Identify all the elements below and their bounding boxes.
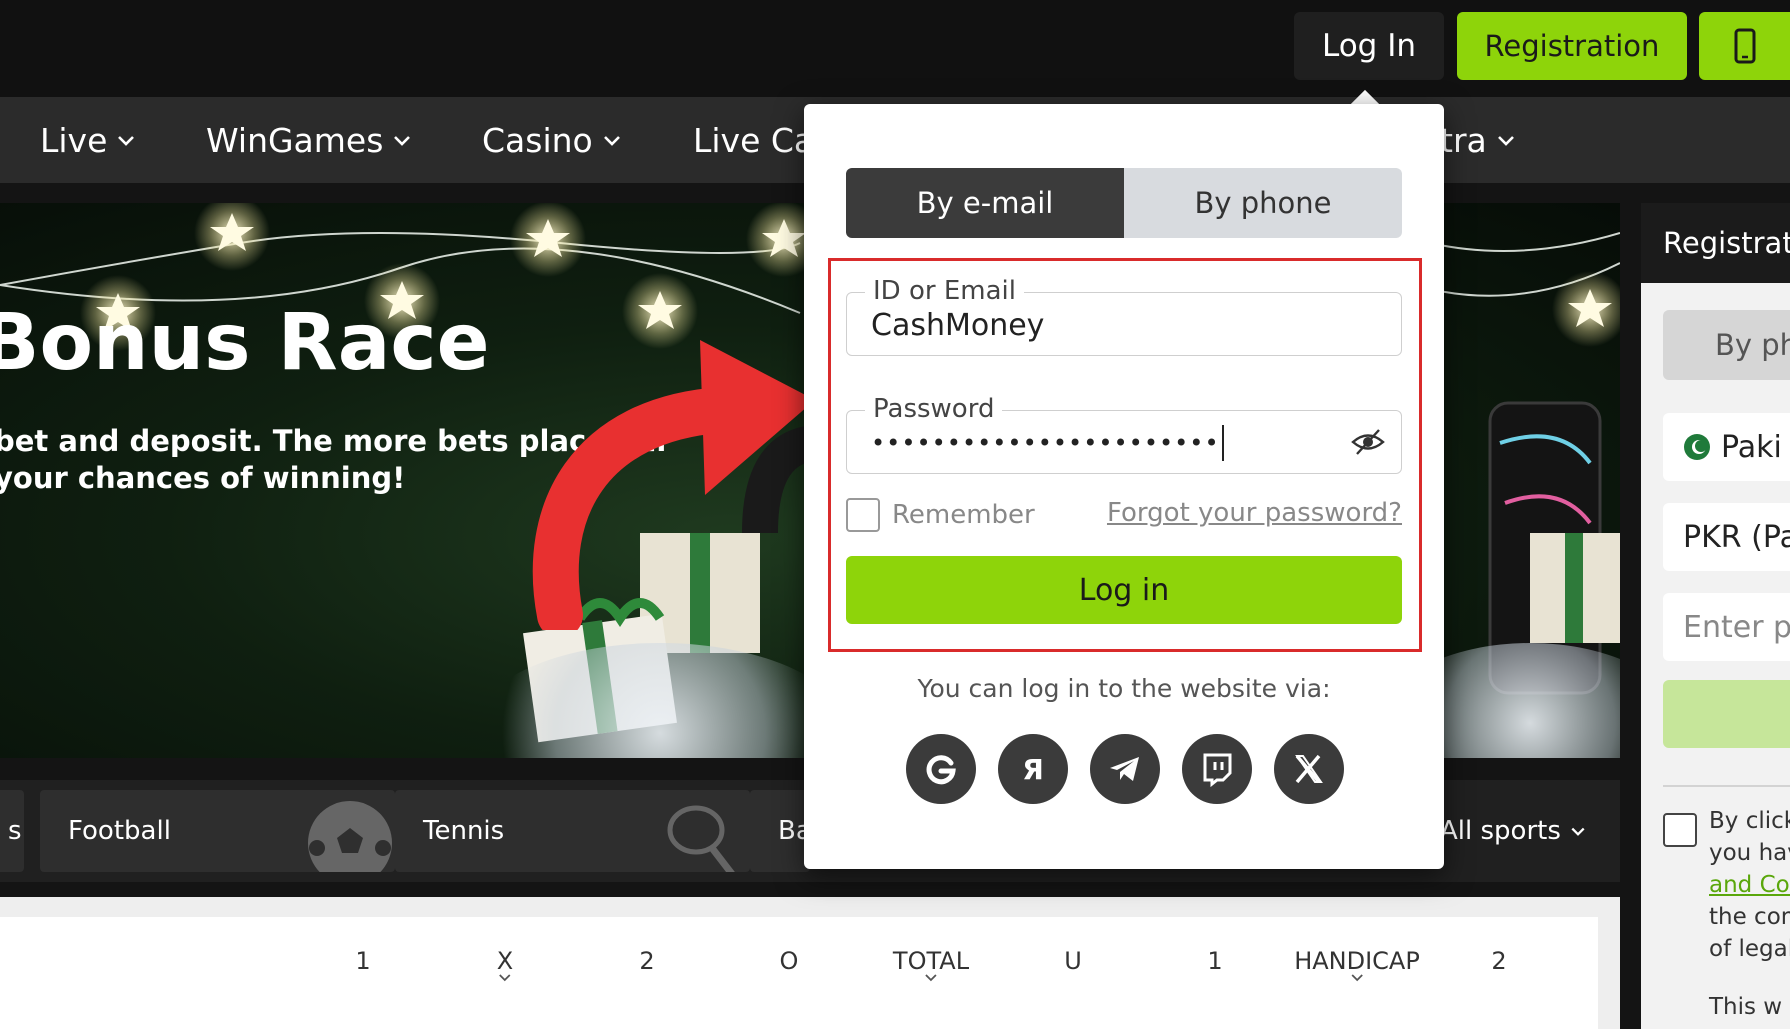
terms-text: By click you hav and Cor the com of lega… [1709,805,1790,1023]
chevron-down-icon [394,136,411,146]
nav-item-label: WinGames [206,120,384,160]
register-submit-button[interactable] [1663,680,1790,748]
nav-item-wingames[interactable]: WinGames [206,97,413,183]
column-header[interactable]: U [1064,947,1082,975]
password-field[interactable]: Password ••••••••••••••••••••••• [846,395,1402,475]
sport-label: Tennis [423,816,505,846]
login-method-tabs: By e-mail By phone [846,168,1402,238]
password-value: ••••••••••••••••••••••• [871,411,1224,475]
terms-link[interactable]: and Cor [1709,869,1790,901]
terms-line: the com [1709,904,1790,930]
id-or-email-value: CashMoney [871,307,1045,343]
country-label: Paki [1721,429,1782,465]
football-icon [308,801,392,872]
remember-checkbox[interactable] [846,498,880,532]
column-header[interactable]: HANDICAP [1294,947,1420,983]
registration-form: By ph Paki PKR (Pa Enter p By click you … [1641,283,1790,1029]
odds-table-header: 1 X 2 O TOTAL U 1 HANDICAP 2 [0,917,1598,1029]
all-sports-label: All sports [1440,816,1561,846]
banner-title: Bonus Race [0,298,490,388]
sport-card-tennis[interactable]: Tennis [395,790,750,872]
registration-title: Registrat [1641,203,1790,283]
chevron-down-icon [1571,827,1585,836]
nav-item-extra[interactable]: tra [1440,97,1517,183]
login-popup: By e-mail By phone ID or Email CashMoney… [804,104,1444,869]
chevron-down-icon [118,136,135,146]
x-icon [1295,754,1323,784]
sport-label: s [8,816,22,846]
column-header[interactable]: X [497,947,513,983]
svg-text:Я: Я [1022,753,1044,786]
mobile-app-button[interactable] [1699,12,1790,80]
chevron-down-icon [603,136,620,146]
sport-card-prev[interactable]: s [0,790,24,872]
sport-label: Football [68,816,171,846]
registration-button-top[interactable]: Registration [1457,12,1687,80]
column-header[interactable]: TOTAL [893,947,969,983]
tennis-icon [667,805,735,872]
login-button-top[interactable]: Log In [1294,12,1444,80]
banner-subtitle-line: your chances of winning! [0,461,406,495]
text-cursor [1221,425,1224,461]
country-select[interactable]: Paki [1663,413,1790,481]
page: Log In Registration Live WinGames Casino… [0,0,1790,1029]
yandex-icon: Я [1022,753,1044,786]
pakistan-flag-icon [1684,434,1710,460]
terms-line: By click [1709,808,1790,834]
column-header[interactable]: 2 [639,947,654,975]
nav-item-label: Casino [482,120,593,160]
top-bar: Log In Registration [0,0,1790,97]
sport-card-football[interactable]: Football [40,790,395,872]
banner-subtitle-line: bet and deposit. The more bets placed ar [0,424,671,458]
odds-table: 1 X 2 O TOTAL U 1 HANDICAP 2 [0,897,1620,1029]
tab-by-phone[interactable]: By phone [1124,168,1402,238]
twitch-icon [1203,753,1232,788]
google-icon [926,755,956,785]
nav-item-label: tra [1440,120,1487,160]
chevron-down-icon [1497,136,1514,146]
all-sports-dropdown[interactable]: All sports [1440,780,1587,882]
banner-subtitle: bet and deposit. The more bets placed ar… [0,423,671,497]
x-login-button[interactable] [1274,734,1344,804]
sport-card-basketball[interactable]: Ba [750,790,810,872]
google-login-button[interactable] [906,734,976,804]
telegram-icon [1110,757,1139,781]
nav-item-live-casino[interactable]: Live Ca [693,97,814,183]
currency-select[interactable]: PKR (Pa [1663,503,1790,571]
column-header[interactable]: 1 [1207,947,1222,975]
telegram-login-button[interactable] [1090,734,1160,804]
login-submit-button[interactable]: Log in [846,556,1402,624]
column-header[interactable]: O [780,947,799,975]
nav-item-casino[interactable]: Casino [482,97,623,183]
terms-checkbox[interactable] [1663,813,1697,847]
nav-item-live[interactable]: Live [40,97,137,183]
forgot-password-link[interactable]: Forgot your password? [1107,498,1402,528]
password-dots: ••••••••••••••••••••••• [871,429,1220,457]
column-header[interactable]: 2 [1491,947,1506,975]
column-header[interactable]: 1 [355,947,370,975]
terms-line: of legal [1709,936,1790,962]
promo-code-input[interactable]: Enter p [1663,593,1790,661]
registration-panel: Registrat By ph Paki PKR (Pa Enter p By … [1641,203,1790,1029]
terms-line: you hav [1709,840,1790,866]
twitch-login-button[interactable] [1182,734,1252,804]
divider [1663,785,1790,787]
tab-by-phone[interactable]: By ph [1663,310,1790,380]
tab-by-email[interactable]: By e-mail [846,168,1124,238]
social-login-caption: You can log in to the website via: [917,674,1331,703]
eye-slash-icon[interactable] [1351,427,1385,457]
smartphone-icon [1734,28,1755,64]
nav-item-label: Live [40,120,108,160]
id-or-email-field[interactable]: ID or Email CashMoney [846,277,1402,356]
yandex-login-button[interactable]: Я [998,734,1068,804]
terms-line: This w [1709,994,1783,1020]
remember-label: Remember [892,500,1035,530]
nav-item-label: Live Ca [693,120,815,160]
